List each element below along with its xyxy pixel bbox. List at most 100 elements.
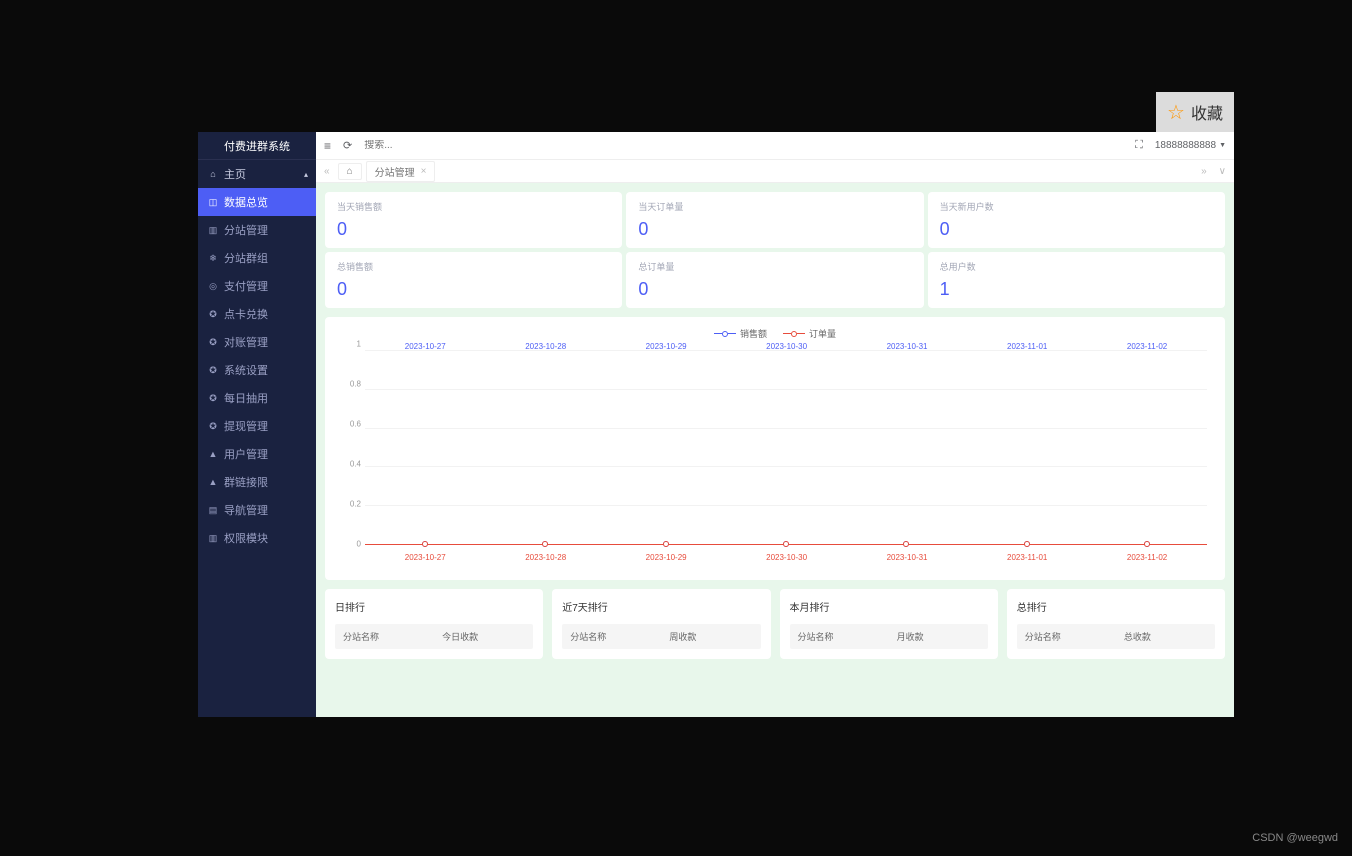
x-tick-top: 2023-10-31 (887, 342, 928, 351)
home-icon: ⌂ (347, 166, 353, 177)
rank-col1: 分站名称 (1017, 624, 1116, 649)
x-tick-bot: 2023-10-31 (887, 553, 928, 562)
search-input[interactable] (364, 140, 464, 151)
stats-grid: 当天销售额0当天订单量0当天新用户数0总销售额0总订单量0总用户数1 (325, 192, 1225, 308)
menu-toggle-icon[interactable]: ≡ (324, 139, 331, 153)
sidebar-item-12[interactable]: ▥权限模块 (198, 524, 316, 552)
gridline (365, 428, 1207, 429)
tabs-prev-icon[interactable]: « (320, 166, 334, 177)
sidebar-icon: ▤ (208, 505, 218, 516)
sidebar-item-label: 数据总览 (224, 194, 268, 210)
rank-card-1: 近7天排行 分站名称 周收款 (552, 589, 770, 659)
sidebar-section-home[interactable]: ⌂ 主页 ▴ (198, 160, 316, 188)
y-tick: 0.4 (350, 460, 361, 469)
rank-header: 分站名称 月收款 (790, 624, 988, 649)
chart-legend: 销售额 订单量 (335, 327, 1215, 340)
sidebar-item-9[interactable]: ▲用户管理 (198, 440, 316, 468)
stat-card-2: 当天新用户数0 (928, 192, 1225, 248)
tabs-dropdown-icon[interactable]: ∨ (1215, 166, 1230, 177)
x-tick-top: 2023-10-30 (766, 342, 807, 351)
sidebar-item-label: 分站管理 (224, 222, 268, 238)
sidebar-item-3[interactable]: ◎支付管理 (198, 272, 316, 300)
watermark: CSDN @weegwd (1252, 832, 1338, 844)
sidebar-item-2[interactable]: ❄ 分站群组 (198, 244, 316, 272)
rank-header: 分站名称 周收款 (562, 624, 760, 649)
chevron-down-icon: ▼ (1219, 142, 1226, 149)
favorite-button[interactable]: ☆ 收藏 (1156, 92, 1234, 132)
sidebar-item-11[interactable]: ▤ 导航管理 (198, 496, 316, 524)
fullscreen-icon[interactable]: ⛶ (1135, 139, 1143, 152)
stat-label: 当天销售额 (337, 200, 610, 213)
x-tick-bot: 2023-10-27 (405, 553, 446, 562)
sidebar-item-label: 每日抽用 (224, 390, 268, 406)
y-tick: 1 (357, 340, 361, 349)
sidebar-item-10[interactable]: ▲群链接限 (198, 468, 316, 496)
gridline (365, 466, 1207, 467)
x-tick-bot: 2023-11-01 (1007, 553, 1047, 562)
sidebar-icon: ▥ (208, 225, 218, 236)
sidebar-item-6[interactable]: ✪系统设置 (198, 356, 316, 384)
sidebar-icon: ✪ (208, 421, 218, 432)
reload-icon[interactable]: ⟳ (343, 139, 352, 152)
legend-item-orders[interactable]: 订单量 (783, 327, 836, 340)
legend-label-0: 销售额 (740, 327, 767, 340)
sidebar-icon: ❄ (208, 253, 218, 264)
data-point (422, 541, 428, 547)
sidebar-item-1[interactable]: ▥ 分站管理 (198, 216, 316, 244)
user-label: 18888888888 (1155, 140, 1216, 151)
rank-card-3: 总排行 分站名称 总收款 (1007, 589, 1225, 659)
sidebar-icon: ✪ (208, 309, 218, 320)
y-tick: 0.6 (350, 420, 361, 429)
rank-col1: 分站名称 (790, 624, 889, 649)
sidebar-item-label: 分站群组 (224, 250, 268, 266)
tab-current[interactable]: 分站管理 × (366, 161, 436, 182)
rank-title: 总排行 (1017, 599, 1215, 614)
rank-card-2: 本月排行 分站名称 月收款 (780, 589, 998, 659)
main: ≡ ⟳ ⛶ 18888888888 ▼ « ⌂ 分站管理 × » ∨ 当天销售额 (316, 132, 1234, 717)
legend-item-sales[interactable]: 销售额 (714, 327, 767, 340)
stat-card-0: 当天销售额0 (325, 192, 622, 248)
sidebar-item-label: 权限模块 (224, 530, 268, 546)
x-tick-top: 2023-10-29 (646, 342, 687, 351)
y-tick: 0.8 (350, 380, 361, 389)
favorite-label: 收藏 (1191, 100, 1223, 124)
sidebar-icon: ◫ (208, 197, 218, 208)
rank-card-0: 日排行 分站名称 今日收款 (325, 589, 543, 659)
topbar: ≡ ⟳ ⛶ 18888888888 ▼ (316, 132, 1234, 160)
sidebar-item-label: 提现管理 (224, 418, 268, 434)
stat-value: 0 (337, 279, 610, 300)
data-point (663, 541, 669, 547)
stat-card-1: 当天订单量0 (626, 192, 923, 248)
tab-label: 分站管理 (375, 164, 415, 179)
data-point (1024, 541, 1030, 547)
sidebar-item-4[interactable]: ✪点卡兑换 (198, 300, 316, 328)
sidebar-item-label: 系统设置 (224, 362, 268, 378)
sidebar-item-7[interactable]: ✪每日抽用 (198, 384, 316, 412)
app-window: 付费进群系统 ⌂ 主页 ▴ ◫数据总览▥分站管理❄分站群组◎支付管理✪点卡兑换✪… (198, 132, 1234, 717)
sidebar: 付费进群系统 ⌂ 主页 ▴ ◫数据总览▥分站管理❄分站群组◎支付管理✪点卡兑换✪… (198, 132, 316, 717)
chart-area: 00.20.40.60.81 2023-10-272023-10-282023-… (335, 344, 1215, 564)
data-point (1144, 541, 1150, 547)
tab-home[interactable]: ⌂ (338, 163, 362, 180)
sidebar-item-8[interactable]: ✪ 提现管理 (198, 412, 316, 440)
x-tick-bot: 2023-10-28 (525, 553, 566, 562)
x-tick-top: 2023-10-28 (525, 342, 566, 351)
home-icon: ⌂ (208, 169, 218, 179)
close-icon[interactable]: × (421, 166, 427, 177)
sidebar-item-label: 群链接限 (224, 474, 268, 490)
rank-title: 近7天排行 (562, 599, 760, 614)
sidebar-item-5[interactable]: ✪对账管理 (198, 328, 316, 356)
data-point (542, 541, 548, 547)
sidebar-item-label: 导航管理 (224, 502, 268, 518)
stat-label: 总订单量 (638, 260, 911, 273)
chevron-up-icon: ▴ (304, 170, 308, 179)
rank-col1: 分站名称 (562, 624, 661, 649)
sidebar-item-0[interactable]: ◫ 数据总览 (198, 188, 316, 216)
stat-label: 总用户数 (940, 260, 1213, 273)
tabs-next-icon[interactable]: » (1197, 166, 1211, 177)
x-tick-top: 2023-11-02 (1127, 342, 1167, 351)
x-tick-bot: 2023-11-02 (1127, 553, 1167, 562)
chart-card: 销售额 订单量 00.20.40.60.81 2023-10-272023-10… (325, 317, 1225, 580)
stat-label: 当天新用户数 (940, 200, 1213, 213)
user-menu[interactable]: 18888888888 ▼ (1155, 140, 1226, 151)
